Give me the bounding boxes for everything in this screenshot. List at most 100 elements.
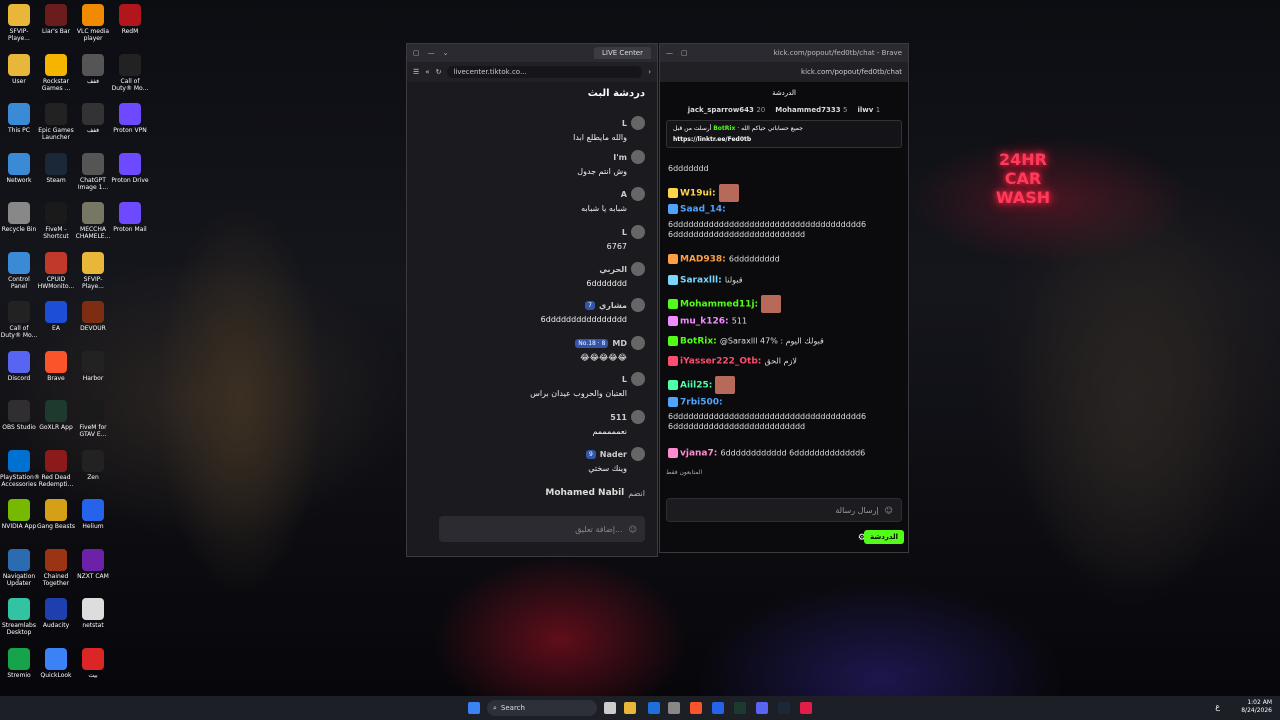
avatar[interactable] [631, 225, 645, 239]
desktop-icon[interactable]: ChatGPT Image 1... [74, 152, 112, 191]
desktop-icon[interactable]: NVIDIA App [0, 499, 38, 530]
tab-live-center[interactable]: LIVE Center [594, 47, 651, 59]
desktop-icon[interactable]: This PC [0, 103, 38, 134]
restore-icon[interactable]: ▢ [681, 49, 688, 57]
avatar[interactable] [631, 187, 645, 201]
desktop-icon[interactable]: EA [37, 301, 75, 332]
discord-icon[interactable] [756, 702, 768, 714]
desktop-icon[interactable]: RedM [111, 4, 149, 35]
avatar[interactable] [631, 372, 645, 386]
avatar[interactable] [631, 116, 645, 130]
message-username[interactable]: 511 [610, 413, 627, 422]
message-username[interactable]: L [622, 119, 627, 128]
message-username[interactable]: vjana7: [680, 449, 721, 459]
message-username[interactable]: MD [612, 339, 627, 348]
desktop-icon[interactable]: Zen [74, 449, 112, 481]
desktop-icon[interactable]: Audacity [37, 598, 75, 629]
comment-input[interactable]: إضافة تعليق... ☺ [439, 516, 645, 542]
refresh-icon[interactable]: ↻ [436, 68, 442, 76]
pinned-link[interactable]: https://linktr.ee/Fed0tb [673, 136, 751, 143]
desktop-icon[interactable]: GoXLR App [37, 400, 75, 431]
taskbar-search[interactable]: ⌕ Search [487, 700, 597, 716]
chat-send-button[interactable]: الدردشة [864, 530, 904, 544]
desktop-icon[interactable]: FiveM - Shortcut [37, 202, 75, 240]
message-username[interactable]: Aiil25: [680, 381, 715, 391]
chevron-right-icon[interactable]: › [648, 68, 651, 76]
message-username[interactable]: 7rbi500: [680, 398, 723, 408]
desktop-icon[interactable]: User [0, 53, 38, 85]
message-username[interactable]: MAD938: [680, 255, 729, 265]
desktop-icon[interactable]: PlayStation® Accessories [0, 449, 40, 488]
desktop-icon[interactable]: ففف [74, 103, 112, 134]
minimize-icon[interactable]: ▢ [413, 49, 420, 57]
kick-message-input[interactable]: إرسال رسالة ☺ [666, 498, 902, 522]
desktop-icon[interactable]: Red Dead Redempti... [37, 449, 75, 488]
message-username[interactable]: L [622, 375, 627, 384]
avatar[interactable] [631, 150, 645, 164]
gifter-item[interactable]: ilwv 1 [857, 106, 880, 114]
brave-icon[interactable] [690, 702, 702, 714]
message-username[interactable]: Saraxlll: [680, 276, 725, 286]
desktop-icon[interactable]: MECCHA CHAMELE... [74, 202, 112, 240]
desktop-icon[interactable]: Recycle Bin [0, 202, 38, 233]
desktop-icon[interactable]: Streamlabs Desktop [0, 598, 38, 636]
language-indicator[interactable]: ع [1215, 702, 1220, 711]
desktop-icon[interactable]: Gang Beasts [37, 499, 75, 530]
windows-start-icon[interactable] [468, 702, 480, 714]
message-username[interactable]: BotRix: [680, 337, 720, 347]
desktop-icon[interactable]: SFVIP-Playe... [0, 4, 38, 42]
desktop-icon[interactable]: ففف [74, 53, 112, 85]
desktop-icon[interactable]: Proton Drive [111, 152, 149, 184]
chrome-icon[interactable] [668, 702, 680, 714]
desktop-icon[interactable]: Helium [74, 499, 112, 530]
desktop-icon[interactable]: DEVOUR [74, 301, 112, 332]
desktop-icon[interactable]: Harbor [74, 350, 112, 382]
steam-icon[interactable] [778, 702, 790, 714]
desktop-icon[interactable]: Rockstar Games ... [37, 53, 75, 92]
desktop-icon[interactable]: netstat [74, 598, 112, 629]
message-username[interactable]: A [621, 190, 627, 199]
desktop-icon[interactable]: SFVIP-Playe... [74, 251, 112, 290]
desktop-icon[interactable]: بيت [74, 647, 112, 679]
edge-icon[interactable] [648, 702, 660, 714]
desktop-icon[interactable]: Proton VPN [111, 103, 149, 134]
desktop-icon[interactable]: Control Panel [0, 251, 38, 290]
goxlr-icon[interactable] [734, 702, 746, 714]
emoji-icon[interactable]: ☺ [629, 525, 637, 534]
desktop-icon[interactable]: Navigation Updater [0, 548, 38, 587]
file-explorer-icon[interactable] [624, 702, 636, 714]
restore-icon[interactable]: — [428, 49, 435, 57]
message-username[interactable]: Nader [600, 450, 627, 459]
desktop-icon[interactable]: QuickLook [37, 647, 75, 679]
emoji-icon[interactable]: ☺ [885, 506, 893, 515]
avatar[interactable] [631, 410, 645, 424]
avatar[interactable] [631, 336, 645, 350]
message-username[interactable]: mu_k126: [680, 317, 732, 327]
kick-url-field[interactable]: kick.com/popout/fed0tb/chat [801, 68, 902, 76]
avatar[interactable] [631, 262, 645, 276]
desktop-icon[interactable]: FiveM for GTAV E... [74, 400, 112, 438]
message-username[interactable]: الحربي [599, 265, 627, 274]
menu-icon[interactable]: ☰ [413, 68, 419, 76]
desktop-icon[interactable]: OBS Studio [0, 400, 38, 431]
avatar[interactable] [631, 447, 645, 461]
desktop-icon[interactable]: Discord [0, 350, 38, 382]
clock[interactable]: 1:02 AM 8/24/2026 [1241, 699, 1272, 715]
obs-icon[interactable] [800, 702, 812, 714]
message-username[interactable]: iYasser222_Otb: [680, 357, 765, 367]
minimize-icon[interactable]: — [666, 49, 673, 57]
desktop-icon[interactable]: Call of Duty® Mo... [0, 301, 38, 339]
desktop-icon[interactable]: VLC media player [74, 4, 112, 42]
desktop-icon[interactable]: Chained Together [37, 548, 75, 587]
message-username[interactable]: W19ui: [680, 189, 719, 199]
avatar[interactable] [631, 298, 645, 312]
back-icon[interactable]: « [425, 68, 429, 76]
gifter-item[interactable]: jack_sparrow643 20 [688, 106, 765, 114]
desktop-icon[interactable]: CPUID HWMonito... [37, 251, 75, 290]
desktop-icon[interactable]: Call of Duty® Mo... [111, 53, 149, 92]
desktop-icon[interactable]: Steam [37, 152, 75, 184]
desktop-icon[interactable]: Brave [37, 350, 75, 382]
tiktok-url-field[interactable]: livecenter.tiktok.co... [447, 66, 643, 78]
desktop-icon[interactable]: Liar's Bar [37, 4, 75, 35]
desktop-icon[interactable]: Proton Mail [111, 202, 149, 233]
